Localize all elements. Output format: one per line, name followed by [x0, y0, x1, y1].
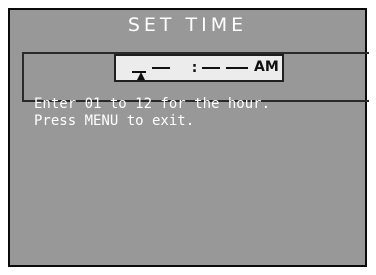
time-separator: :: [190, 58, 200, 76]
hour-digit-2[interactable]: [152, 67, 170, 69]
instruction-exit: Press MENU to exit.: [34, 113, 195, 129]
set-time-screen: SET TIME : AM Enter 01 to 12 for the hou…: [8, 8, 369, 267]
screen-title: SET TIME: [127, 14, 248, 36]
time-input[interactable]: : AM: [114, 54, 284, 82]
am-pm-indicator[interactable]: AM: [254, 59, 279, 75]
cursor-arrow-icon: [137, 72, 145, 80]
instruction-hour: Enter 01 to 12 for the hour.: [34, 96, 271, 112]
minute-digit-1[interactable]: [202, 67, 220, 69]
minute-digit-2[interactable]: [226, 67, 248, 69]
